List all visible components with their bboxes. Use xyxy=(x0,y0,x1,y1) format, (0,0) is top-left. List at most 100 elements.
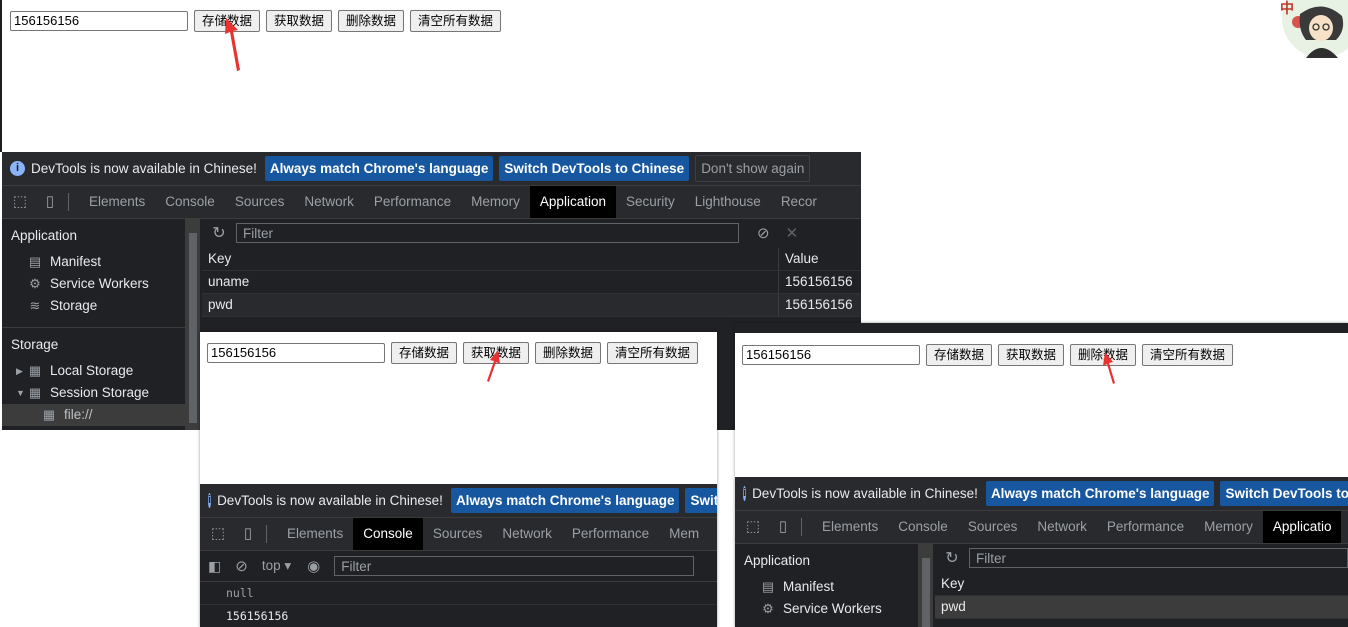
context-selector[interactable]: top ▾ xyxy=(262,558,291,574)
table-row[interactable]: pwd 156156156 xyxy=(202,294,861,317)
store-button[interactable]: 存储数据 xyxy=(926,344,993,366)
tab-security[interactable]: Security xyxy=(616,186,685,218)
tab-elements[interactable]: Elements xyxy=(277,518,353,550)
match-language-button[interactable]: Always match Chrome's language xyxy=(264,156,494,181)
live-expression-icon[interactable]: ◉ xyxy=(307,557,320,575)
collapse-arrow-icon[interactable]: ▼ xyxy=(16,382,28,404)
tab-network[interactable]: Network xyxy=(1027,511,1097,543)
sidebar-scrollbar[interactable] xyxy=(186,219,200,430)
red-arrow-annotation xyxy=(1103,352,1115,384)
sidebar-toggle-icon[interactable]: ◧ xyxy=(208,558,221,575)
sidebar-item-label: Service Workers xyxy=(783,601,882,616)
clear-button[interactable]: 清空所有数据 xyxy=(410,10,502,32)
filter-input[interactable]: Filter xyxy=(969,548,1348,568)
sidebar-heading-application: Application xyxy=(744,553,811,568)
sidebar-item-local-storage[interactable]: ▶ ▦ Local Storage xyxy=(2,360,185,382)
get-button[interactable]: 获取数据 xyxy=(998,344,1065,366)
tab-performance[interactable]: Performance xyxy=(562,518,659,550)
red-arrow-annotation xyxy=(225,18,240,71)
value-column-header[interactable]: Value xyxy=(779,248,861,270)
data-input[interactable] xyxy=(207,343,385,363)
devtools-delete: i DevTools is now available in Chinese! … xyxy=(735,477,1348,627)
clear-button[interactable]: 清空所有数据 xyxy=(607,342,699,364)
console-filter-input[interactable]: Filter xyxy=(334,556,695,576)
scrollbar-thumb[interactable] xyxy=(189,233,197,423)
language-infobar: i DevTools is now available in Chinese! … xyxy=(735,477,1348,511)
tab-recorder[interactable]: Recor xyxy=(771,186,827,218)
filter-input[interactable]: Filter xyxy=(236,223,739,243)
tab-performance[interactable]: Performance xyxy=(1097,511,1194,543)
tab-lighthouse[interactable]: Lighthouse xyxy=(685,186,771,218)
window-get: 存储数据 获取数据 删除数据 清空所有数据 i DevTools is now … xyxy=(200,332,717,627)
infobar-text: DevTools is now available in Chinese! xyxy=(752,486,978,501)
tab-memory[interactable]: Memory xyxy=(461,186,530,218)
tab-network[interactable]: Network xyxy=(294,186,364,218)
data-input[interactable] xyxy=(742,345,920,365)
table-icon: ▦ xyxy=(42,407,56,422)
clear-button[interactable]: 清空所有数据 xyxy=(1142,344,1234,366)
refresh-icon[interactable]: ↻ xyxy=(202,223,236,243)
table-icon: ▦ xyxy=(28,363,42,378)
sidebar-item-label: Local Storage xyxy=(50,363,134,378)
inspect-element-icon[interactable]: ⬚ xyxy=(210,526,226,542)
sidebar-heading-storage: Storage xyxy=(11,337,59,352)
tab-application[interactable]: Applicatio xyxy=(1262,511,1342,543)
store-button[interactable]: 存储数据 xyxy=(391,342,458,364)
inspect-element-icon[interactable]: ⬚ xyxy=(12,194,28,210)
table-row[interactable]: uname 156156156 xyxy=(202,271,861,294)
tab-sources[interactable]: Sources xyxy=(423,518,493,550)
get-button[interactable]: 获取数据 xyxy=(266,10,333,32)
info-icon: i xyxy=(208,493,212,508)
sidebar-item-file-origin[interactable]: ▦ file:// xyxy=(2,404,185,426)
tab-sources[interactable]: Sources xyxy=(958,511,1028,543)
key-column-header[interactable]: Key xyxy=(202,248,779,270)
table-row[interactable]: pwd xyxy=(935,596,1348,619)
sidebar-item-label: Service Workers xyxy=(50,276,149,291)
device-toolbar-icon[interactable]: ▯ xyxy=(42,194,58,210)
sidebar-item-service-workers[interactable]: ⚙ Service Workers xyxy=(2,273,185,295)
file-icon: ▤ xyxy=(28,254,42,269)
switch-language-button[interactable]: Switch DevTools to Chinese xyxy=(499,156,690,181)
device-toolbar-icon[interactable]: ▯ xyxy=(775,519,791,535)
key-column-header[interactable]: Key xyxy=(935,573,1348,595)
clear-all-icon[interactable]: ⊘ xyxy=(757,224,770,242)
match-language-button[interactable]: Always match Chrome's language xyxy=(985,481,1215,506)
tab-elements[interactable]: Elements xyxy=(79,186,155,218)
delete-button[interactable]: 删除数据 xyxy=(535,342,602,364)
tab-sources[interactable]: Sources xyxy=(225,186,295,218)
sidebar-item-manifest[interactable]: ▤ Manifest xyxy=(735,576,918,598)
delete-button[interactable]: 删除数据 xyxy=(338,10,405,32)
switch-language-button[interactable]: Switch D xyxy=(685,488,717,513)
tab-network[interactable]: Network xyxy=(492,518,562,550)
tab-console[interactable]: Console xyxy=(888,511,958,543)
tab-memory[interactable]: Mem xyxy=(659,518,709,550)
sidebar-item-manifest[interactable]: ▤ Manifest xyxy=(2,251,185,273)
tab-memory[interactable]: Memory xyxy=(1194,511,1263,543)
refresh-icon[interactable]: ↻ xyxy=(935,548,969,568)
delete-selected-icon[interactable]: ✕ xyxy=(786,224,799,242)
sidebar-item-service-workers[interactable]: ⚙ Service Workers xyxy=(735,598,918,620)
dont-show-again-button[interactable]: Don't show again xyxy=(695,155,811,182)
switch-language-button[interactable]: Switch DevTools to Chin xyxy=(1220,481,1348,506)
data-input[interactable] xyxy=(10,11,188,31)
match-language-button[interactable]: Always match Chrome's language xyxy=(450,488,680,513)
device-toolbar-icon[interactable]: ▯ xyxy=(240,526,256,542)
tab-console[interactable]: Console xyxy=(353,518,423,550)
tab-console[interactable]: Console xyxy=(155,186,225,218)
sidebar-item-session-storage[interactable]: ▼ ▦ Session Storage xyxy=(2,382,185,404)
sidebar-item-storage[interactable]: ≋ Storage xyxy=(2,295,185,317)
table-header: Key xyxy=(935,573,1348,596)
sidebar-item-label: Session Storage xyxy=(50,385,150,400)
toolbar-divider xyxy=(68,193,69,211)
scrollbar-thumb[interactable] xyxy=(922,558,930,627)
table-icon: ▦ xyxy=(28,385,42,400)
sidebar-scrollbar[interactable] xyxy=(919,544,933,627)
inspect-element-icon[interactable]: ⬚ xyxy=(745,519,761,535)
tab-elements[interactable]: Elements xyxy=(812,511,888,543)
tab-application[interactable]: Application xyxy=(529,186,616,218)
clear-console-icon[interactable]: ⊘ xyxy=(235,557,248,575)
expand-arrow-icon[interactable]: ▶ xyxy=(16,360,28,382)
gear-icon: ⚙ xyxy=(762,601,774,616)
tab-performance[interactable]: Performance xyxy=(364,186,461,218)
window-delete: 存储数据 获取数据 删除数据 清空所有数据 i DevTools is now … xyxy=(735,323,1348,627)
